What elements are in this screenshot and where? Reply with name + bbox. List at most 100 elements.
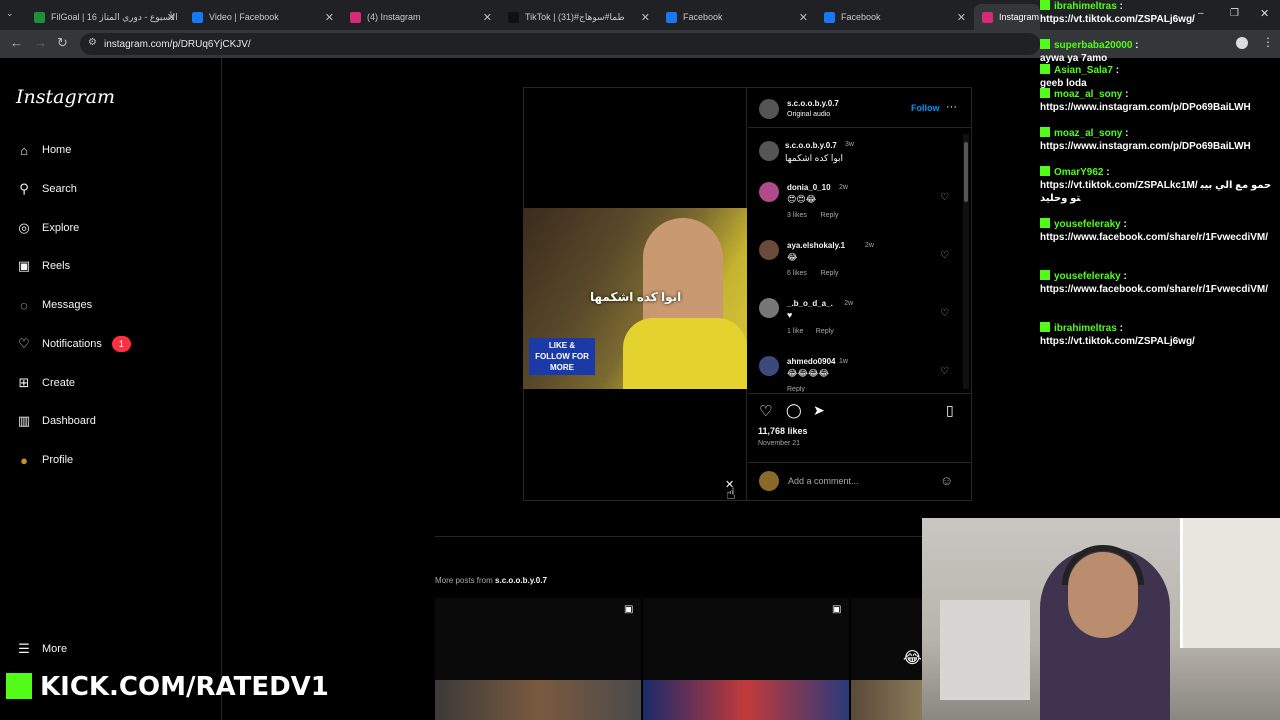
emoji-reaction-icon: 😂 (903, 650, 922, 667)
notification-badge: 1 (111, 335, 131, 352)
emoji-icon[interactable]: ☺ (940, 473, 953, 488)
chat-separator: : (1116, 323, 1123, 334)
close-tab-icon[interactable]: ✕ (799, 11, 808, 24)
caption-username[interactable]: s.c.o.o.b.y.0.7 (785, 141, 837, 150)
comment-like-heart-icon[interactable]: ♡ (940, 308, 949, 319)
comment-avatar[interactable] (759, 356, 779, 376)
chat-message: moaz_al_sony : https://www.instagram.com… (1040, 88, 1272, 114)
filgoal-icon (34, 11, 45, 23)
more-post-thumbnail[interactable]: ▣ (643, 598, 849, 720)
nav-item-notifications[interactable]: ♡ Notifications 1 (16, 334, 131, 354)
comment-username[interactable]: aya.elshokaly.1 (787, 241, 845, 250)
more-post-thumbnail[interactable]: ▣ (435, 598, 641, 720)
chat-separator: : (1120, 219, 1127, 230)
save-bookmark-icon[interactable]: ▯ (946, 402, 954, 419)
comment-likes[interactable]: 1 like (787, 328, 803, 335)
browser-tab[interactable]: Facebook ✕ (816, 4, 972, 30)
author-avatar[interactable] (759, 99, 779, 119)
comment-text: 😂😂😂😂 (787, 368, 830, 378)
comment-like-heart-icon[interactable]: ♡ (940, 366, 949, 377)
nav-item-reels[interactable]: ▣ Reels (16, 256, 70, 276)
close-tab-icon[interactable]: ✕ (325, 11, 334, 24)
author-username[interactable]: s.c.o.o.b.y.0.7 (787, 99, 839, 108)
chat-username: ibrahimeltras (1054, 1, 1117, 12)
chat-separator: : (1122, 89, 1129, 100)
nav-item-search[interactable]: ⚲ Search (16, 179, 77, 199)
site-info-icon[interactable]: ⚙ (88, 37, 97, 48)
like-heart-icon[interactable]: ♡ (759, 402, 772, 420)
chat-username: ibrahimeltras (1054, 323, 1117, 334)
comment-reply-button[interactable]: Reply (787, 386, 805, 392)
reload-icon[interactable]: ↻ (57, 35, 68, 51)
forward-icon[interactable]: → (34, 35, 47, 50)
likes-count[interactable]: 11,768 likes (758, 426, 808, 436)
back-icon[interactable]: ← (10, 35, 23, 50)
facebook-icon (824, 11, 835, 23)
tab-title: (4) Instagram (367, 12, 421, 22)
kick-logo-icon (6, 673, 32, 699)
nav-item-dashboard[interactable]: ▥ Dashboard (16, 411, 96, 431)
comment-icon[interactable]: ◯ (786, 402, 802, 419)
comment-time: 1w (839, 358, 848, 365)
comment-reply-button[interactable]: Reply (821, 212, 839, 219)
kick-badge-icon (1040, 322, 1050, 332)
kick-badge-icon (1040, 270, 1050, 280)
comments-scrollbar[interactable] (963, 134, 969, 389)
chat-message: moaz_al_sony : https://www.instagram.com… (1040, 127, 1272, 153)
comment-avatar[interactable] (759, 240, 779, 260)
browser-tab[interactable]: Facebook ✕ (658, 4, 814, 30)
nav-item-profile[interactable]: ● Profile (16, 450, 73, 470)
my-avatar (759, 471, 779, 491)
comment-reply-button[interactable]: Reply (821, 270, 839, 277)
comment-reply-button[interactable]: Reply (816, 328, 834, 335)
close-tab-icon[interactable]: ✕ (957, 11, 966, 24)
nav-item-messages[interactable]: ◌ Messages (16, 295, 92, 315)
tab-title: Instagram (999, 12, 1040, 22)
tab-list-dropdown-icon[interactable]: ⌄ (6, 8, 14, 19)
close-tab-icon[interactable]: ✕ (167, 11, 176, 24)
add-comment-input[interactable]: Add a comment... (788, 476, 859, 486)
nav-item-create[interactable]: ⊞ Create (16, 373, 75, 393)
original-audio-link[interactable]: Original audio (787, 111, 830, 118)
more-menu-button[interactable]: ☰ More (16, 639, 67, 659)
chat-separator: : (1132, 40, 1139, 51)
comment-likes[interactable]: 6 likes (787, 270, 807, 277)
browser-tab[interactable]: Instagram (974, 4, 1040, 30)
comment-username[interactable]: donia_0_10 (787, 183, 831, 192)
share-icon[interactable]: ➤ (813, 402, 825, 419)
chat-text: https://vt.tiktok.com/ZSPALkc1M/ حمو مع … (1040, 180, 1272, 204)
address-bar[interactable]: ⚙ instagram.com/p/DRUq6YjCKJV/ (80, 33, 1040, 55)
chat-username: OmarY962 (1054, 167, 1104, 178)
caption-avatar[interactable] (759, 141, 779, 161)
more-posts-heading: More posts from s.c.o.o.b.y.0.7 (435, 576, 547, 585)
comment-username[interactable]: _.b_o_d_a_. (787, 299, 833, 308)
comment-like-heart-icon[interactable]: ♡ (940, 250, 949, 261)
nav-item-explore[interactable]: ◎ Explore (16, 218, 79, 238)
browser-tab[interactable]: (4) Instagram ✕ (342, 4, 498, 30)
chat-separator: : (1103, 167, 1110, 178)
messenger-icon: ◌ (20, 297, 28, 313)
nav-item-home[interactable]: ⌂ Home (16, 140, 71, 160)
comment-likes[interactable]: 3 likes (787, 212, 807, 219)
chat-separator: : (1116, 1, 1123, 12)
chat-message: yousefeleraky : https://www.facebook.com… (1040, 218, 1272, 244)
more-options-icon[interactable]: ··· (946, 101, 957, 113)
chat-username: moaz_al_sony (1054, 89, 1123, 100)
close-tab-icon[interactable]: ✕ (641, 11, 650, 24)
comment-avatar[interactable] (759, 298, 779, 318)
scrollbar-thumb[interactable] (964, 142, 968, 202)
comment-like-heart-icon[interactable]: ♡ (940, 192, 949, 203)
follow-button[interactable]: Follow (911, 103, 940, 113)
comment-username[interactable]: ahmedo0904 (787, 357, 835, 366)
browser-tab[interactable]: TikTok | طما#سوهاج#(31) ✕ (500, 4, 656, 30)
comment-avatar[interactable] (759, 182, 779, 202)
close-tab-icon[interactable]: ✕ (483, 11, 492, 24)
heart-icon: ♡ (18, 335, 30, 351)
more-posts-user[interactable]: s.c.o.o.b.y.0.7 (495, 576, 547, 585)
webcam-shelf (1180, 518, 1280, 648)
browser-tab[interactable]: Video | Facebook ✕ (184, 4, 340, 30)
chat-message: superbaba20000 : aywa ya 7amo (1040, 39, 1272, 65)
browser-tab[interactable]: FilGoal | 16 الأسبوع - دوري المتاز ✕ (26, 4, 182, 30)
kick-badge-icon (1040, 88, 1050, 98)
instagram-logo[interactable]: Instagram (16, 86, 115, 108)
